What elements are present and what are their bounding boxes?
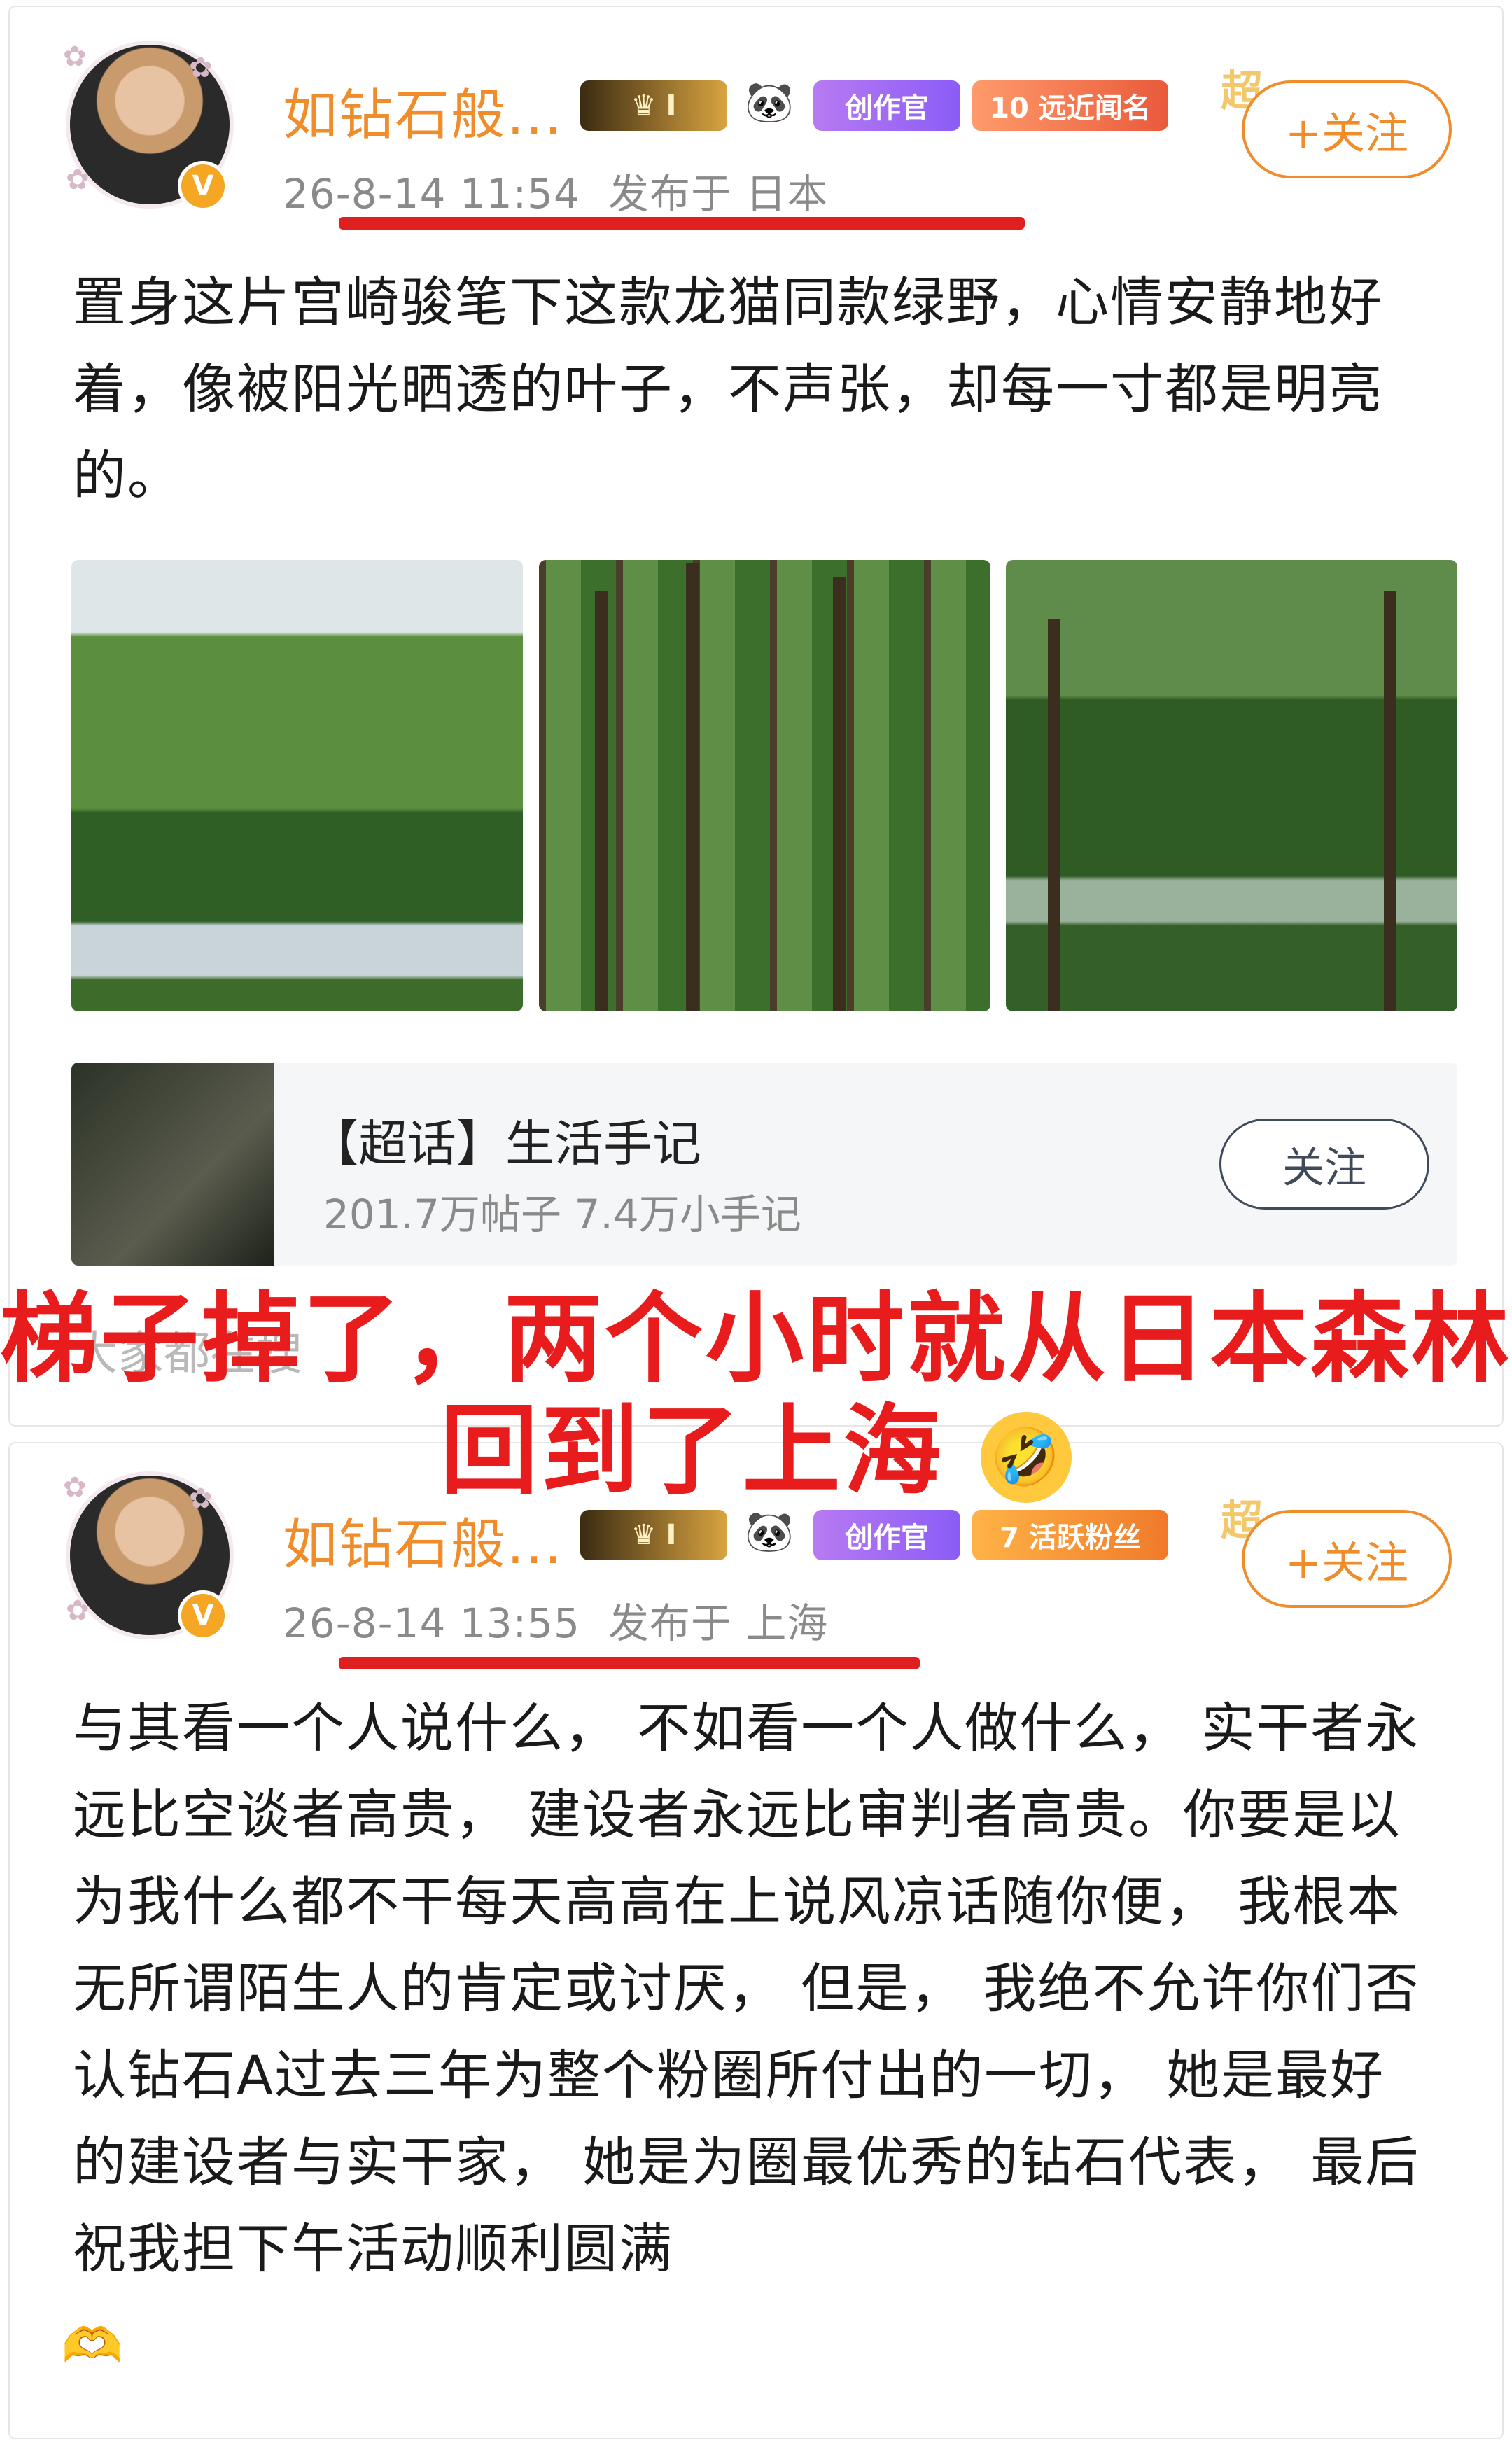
verified-icon: V bbox=[178, 161, 228, 211]
username[interactable]: 如钻石般... bbox=[283, 71, 563, 150]
crown-badge[interactable]: ♛ I bbox=[580, 1510, 727, 1560]
overlay-caption-text: 回到了上海 bbox=[440, 1394, 944, 1508]
heart-hands-icon: 🫶 bbox=[62, 2317, 123, 2374]
post-location: 发布于 上海 bbox=[608, 1599, 829, 1647]
fan-level-badge[interactable]: 7 活跃粉丝 bbox=[972, 1510, 1168, 1560]
flower-icon: ✿ bbox=[63, 41, 87, 73]
tree bbox=[595, 591, 608, 1011]
topic-title: 【超话】生活手记 bbox=[309, 1115, 701, 1172]
post-meta: 26-8-14 13:55 发布于 上海 bbox=[283, 1590, 828, 1649]
verified-icon: V bbox=[178, 1590, 228, 1641]
tree bbox=[686, 563, 699, 1011]
panda-icon[interactable]: 🐼 bbox=[738, 1506, 801, 1557]
post-text: 置身这片宫崎骏笔下这款龙猫同款绿野，心情安静地好着，像被阳光晒透的叶子，不声张，… bbox=[73, 271, 1383, 507]
flower-icon: ✿ bbox=[66, 164, 90, 196]
post-meta: 26-8-14 11:54 发布于 日本 bbox=[283, 161, 828, 220]
red-underline bbox=[339, 1657, 920, 1669]
post-card-2: ✿ ✿ ✿ V 如钻石般... ♛ I 🐼 创作官 7 活跃粉丝 超 +关注 2… bbox=[8, 1442, 1504, 2439]
post-time: 26-8-14 13:55 bbox=[283, 1599, 580, 1647]
fan-level-badge[interactable]: 10 远近闻名 bbox=[972, 80, 1168, 131]
topic-stats: 201.7万帖子 7.4万小手记 bbox=[323, 1191, 802, 1238]
red-underline bbox=[339, 217, 1025, 230]
laughing-emoji-icon: 🤣 bbox=[981, 1412, 1072, 1504]
flower-icon: ✿ bbox=[189, 52, 213, 84]
topic-card[interactable]: 【超话】生活手记 201.7万帖子 7.4万小手记 关注 bbox=[71, 1063, 1457, 1266]
crown-badge[interactable]: ♛ I bbox=[580, 80, 727, 131]
photo-2[interactable] bbox=[539, 560, 990, 1011]
flower-icon: ✿ bbox=[66, 1595, 90, 1627]
tree bbox=[1384, 591, 1396, 1011]
post-location: 发布于 日本 bbox=[608, 170, 829, 218]
crown-level: I bbox=[666, 90, 677, 122]
post-card-1: ✿ ✿ ✿ V 如钻石般... ♛ I 🐼 创作官 10 远近闻名 超 +关注 … bbox=[8, 6, 1504, 1427]
post-time: 26-8-14 11:54 bbox=[283, 170, 580, 218]
follow-button[interactable]: +关注 bbox=[1242, 1510, 1452, 1608]
photo-3[interactable] bbox=[1006, 560, 1457, 1011]
tree bbox=[1048, 619, 1060, 1011]
post-text: 与其看一个人说什么， 不如看一个人做什么， 实干者永远比空谈者高贵， 建设者永远… bbox=[73, 1697, 1420, 2280]
tree bbox=[833, 577, 846, 1011]
topic-follow-button[interactable]: 关注 bbox=[1219, 1119, 1429, 1210]
panda-icon[interactable]: 🐼 bbox=[738, 77, 801, 127]
creator-badge[interactable]: 创作官 bbox=[813, 1510, 960, 1560]
topic-thumbnail bbox=[71, 1063, 274, 1266]
photo-1[interactable] bbox=[71, 560, 523, 1011]
crown-level: I bbox=[666, 1519, 677, 1551]
overlay-caption-line-2: 回到了上海 🤣 bbox=[0, 1372, 1512, 1513]
follow-button[interactable]: +关注 bbox=[1242, 80, 1452, 178]
creator-badge[interactable]: 创作官 bbox=[813, 80, 960, 131]
